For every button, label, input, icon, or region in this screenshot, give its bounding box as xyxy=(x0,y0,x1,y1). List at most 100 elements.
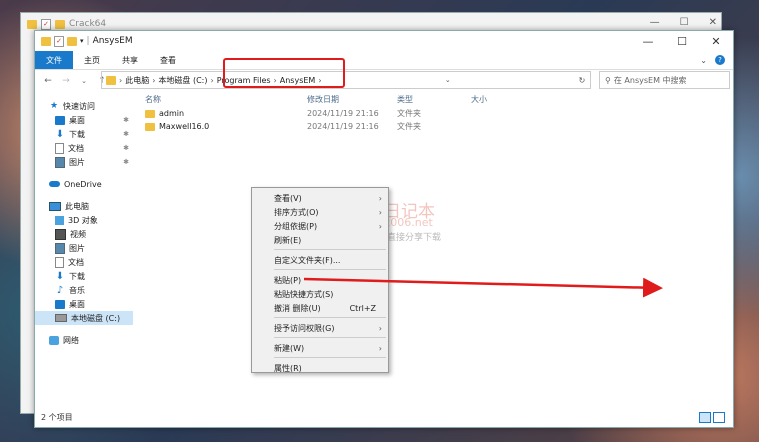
music-note-icon: ♪ xyxy=(56,284,64,296)
forward-arrow-icon[interactable]: → xyxy=(59,76,73,86)
cloud-icon xyxy=(49,181,60,187)
column-header-modified[interactable]: 修改日期 xyxy=(307,94,339,105)
sidebar-item-label: 快速访问 xyxy=(63,101,95,111)
table-row[interactable]: Maxwell16.0 2024/11/19 21:16 文件夹 xyxy=(145,120,725,133)
chevron-right-icon[interactable]: › xyxy=(152,76,155,85)
sidebar-item-this-pc[interactable]: 此电脑 xyxy=(35,199,133,213)
quick-access-dropdown-icon[interactable]: ▾ xyxy=(80,37,84,45)
menu-divider xyxy=(274,317,386,318)
network-icon xyxy=(49,335,59,345)
address-bar[interactable]: › 此电脑 › 本地磁盘 (C:) › Program Files › Ansy… xyxy=(101,71,591,89)
sidebar-item-label: 下载 xyxy=(69,271,85,281)
sidebar-item-documents-pc[interactable]: 文档 xyxy=(35,255,133,269)
file-list: 名称 修改日期 类型 大小 admin 2024/11/19 21:16 文件夹… xyxy=(145,91,725,133)
expand-ribbon-icon[interactable]: ⌄ xyxy=(700,56,707,65)
details-view-icon[interactable] xyxy=(699,412,711,423)
tab-file[interactable]: 文件 xyxy=(35,51,73,69)
file-type: 文件夹 xyxy=(397,109,421,118)
video-icon xyxy=(55,228,66,240)
sidebar-item-downloads-pc[interactable]: ⬇ 下载 xyxy=(35,269,133,283)
breadcrumb-this-pc[interactable]: 此电脑 xyxy=(125,75,149,86)
file-name: Maxwell16.0 xyxy=(159,122,210,131)
sidebar-item-label: 桌面 xyxy=(69,299,85,309)
window-controls: — ☐ ✕ xyxy=(631,31,733,51)
minimize-button[interactable]: — xyxy=(631,31,665,51)
drive-icon xyxy=(55,314,67,322)
star-icon: ★ xyxy=(49,100,59,111)
menu-divider xyxy=(274,357,386,358)
folder-icon xyxy=(41,36,51,46)
maximize-button[interactable]: ☐ xyxy=(665,31,699,51)
tab-home[interactable]: 主页 xyxy=(73,51,111,69)
sidebar-item-label: 桌面 xyxy=(69,115,85,125)
menu-item-group[interactable]: 分组依据(P) › xyxy=(252,219,388,233)
maximize-icon[interactable]: ☐ xyxy=(680,17,689,28)
document-icon xyxy=(55,256,64,268)
file-modified: 2024/11/19 21:16 xyxy=(307,122,379,131)
menu-item-paste[interactable]: 粘贴(P) xyxy=(252,273,388,287)
properties-icon[interactable]: ✓ xyxy=(54,35,64,47)
column-headers: 名称 修改日期 类型 大小 xyxy=(145,91,725,107)
sidebar-item-music[interactable]: ♪ 音乐 xyxy=(35,283,133,297)
menu-item-sort[interactable]: 排序方式(O) › xyxy=(252,205,388,219)
sidebar-item-desktop[interactable]: 桌面 ✱ xyxy=(35,113,133,127)
help-icon[interactable]: ? xyxy=(715,55,725,65)
file-modified: 2024/11/19 21:16 xyxy=(307,109,379,118)
menu-item-paste-shortcut[interactable]: 粘贴快捷方式(S) xyxy=(252,287,388,301)
sidebar-item-label: 图片 xyxy=(69,157,85,167)
back-arrow-icon[interactable]: ← xyxy=(41,76,55,86)
address-dropdown-icon[interactable]: ⌄ xyxy=(440,76,456,84)
chevron-right-icon: › xyxy=(378,221,382,231)
column-header-type[interactable]: 类型 xyxy=(397,94,413,105)
pin-icon: ✱ xyxy=(123,116,129,124)
item-count: 2 个项目 xyxy=(41,413,73,422)
close-button[interactable]: ✕ xyxy=(699,31,733,51)
desktop-icon xyxy=(55,115,65,125)
folder-icon xyxy=(27,19,37,29)
sidebar-item-quick-access[interactable]: ★ 快速访问 xyxy=(35,99,133,113)
sidebar-item-downloads[interactable]: ⬇ 下载 ✱ xyxy=(35,127,133,141)
menu-divider xyxy=(274,249,386,250)
menu-item-properties[interactable]: 属性(R) xyxy=(252,361,388,375)
tab-view[interactable]: 查看 xyxy=(149,51,187,69)
breadcrumb-local-disk[interactable]: 本地磁盘 (C:) xyxy=(158,75,207,86)
sidebar-item-videos[interactable]: 视频 xyxy=(35,227,133,241)
sidebar-item-3d-objects[interactable]: 3D 对象 xyxy=(35,213,133,227)
document-icon xyxy=(55,142,64,154)
column-header-name[interactable]: 名称 xyxy=(145,94,161,105)
picture-icon xyxy=(55,242,65,254)
large-icons-view-icon[interactable] xyxy=(713,412,725,423)
sidebar-item-pictures[interactable]: 图片 ✱ xyxy=(35,155,133,169)
search-box[interactable]: ⚲ 在 AnsysEM 中搜索 xyxy=(599,71,730,89)
tab-share[interactable]: 共享 xyxy=(111,51,149,69)
file-name: admin xyxy=(159,109,185,118)
menu-item-new[interactable]: 新建(W) › xyxy=(252,341,388,355)
new-folder-icon[interactable] xyxy=(67,36,77,46)
sidebar-item-desktop-pc[interactable]: 桌面 xyxy=(35,297,133,311)
menu-divider xyxy=(274,337,386,338)
recent-dropdown-icon[interactable]: ⌄ xyxy=(77,77,91,85)
background-window-controls: — ☐ ✕ xyxy=(650,17,717,28)
background-window-title: Crack64 xyxy=(69,19,107,29)
sidebar-item-local-disk[interactable]: 本地磁盘 (C:) xyxy=(35,311,133,325)
sidebar-item-documents[interactable]: 文档 ✱ xyxy=(35,141,133,155)
table-row[interactable]: admin 2024/11/19 21:16 文件夹 xyxy=(145,107,725,120)
pin-icon: ✱ xyxy=(123,158,129,166)
sidebar-item-onedrive[interactable]: OneDrive xyxy=(35,177,133,191)
sidebar-item-network[interactable]: 网络 xyxy=(35,333,133,347)
menu-item-view[interactable]: 查看(V) › xyxy=(252,191,388,205)
menu-item-refresh[interactable]: 刷新(E) xyxy=(252,233,388,247)
minimize-icon[interactable]: — xyxy=(650,17,660,28)
menu-divider xyxy=(274,269,386,270)
refresh-icon[interactable]: ↻ xyxy=(574,76,590,85)
sidebar-item-pictures-pc[interactable]: 图片 xyxy=(35,241,133,255)
menu-item-give-access[interactable]: 授予访问权限(G) › xyxy=(252,321,388,335)
sidebar-item-label: 图片 xyxy=(69,243,85,253)
ribbon: 文件 主页 共享 查看 ⌄ ? xyxy=(35,51,733,70)
search-icon: ⚲ xyxy=(605,75,611,85)
close-icon[interactable]: ✕ xyxy=(709,17,717,28)
menu-item-customize[interactable]: 自定义文件夹(F)... xyxy=(252,253,388,267)
menu-item-undo[interactable]: 撤消 删除(U) Ctrl+Z xyxy=(252,301,388,315)
column-header-size[interactable]: 大小 xyxy=(471,94,487,105)
chevron-right-icon[interactable]: › xyxy=(210,76,213,85)
